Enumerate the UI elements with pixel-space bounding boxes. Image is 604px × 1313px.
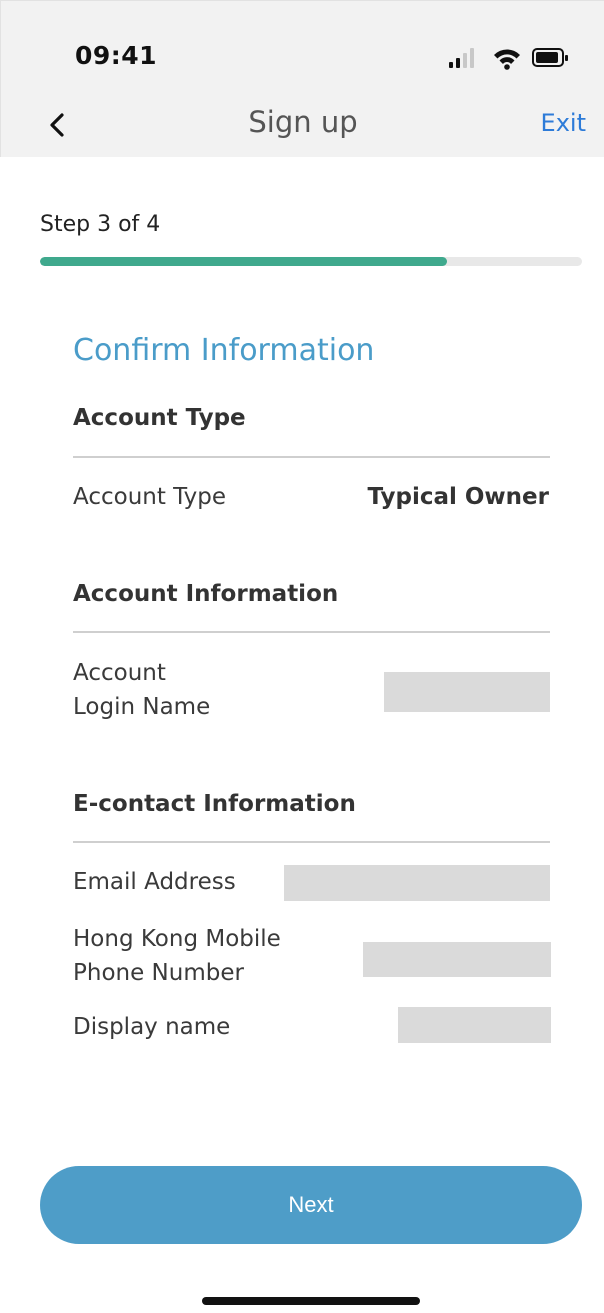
section-heading-account-information: Account Information bbox=[73, 581, 339, 607]
next-button[interactable]: Next bbox=[40, 1166, 582, 1244]
phone-number-label: Hong Kong Mobile Phone Number bbox=[73, 922, 281, 990]
section-heading-econtact-information: E-contact Information bbox=[73, 791, 356, 817]
email-address-label: Email Address bbox=[73, 869, 236, 895]
status-time: 09:41 bbox=[75, 41, 158, 70]
top-bar: 09:41 Sign up Exit bbox=[0, 0, 604, 157]
page-title: Sign up bbox=[248, 105, 358, 139]
confirm-title: Confirm Information bbox=[73, 333, 375, 368]
divider bbox=[73, 456, 550, 458]
status-icons bbox=[449, 48, 568, 70]
home-indicator bbox=[202, 1297, 420, 1305]
signal-icon bbox=[449, 48, 474, 68]
exit-button[interactable]: Exit bbox=[541, 109, 586, 137]
phone-number-label-line1: Hong Kong Mobile bbox=[73, 926, 281, 952]
account-type-value: Typical Owner bbox=[367, 484, 549, 510]
wifi-icon bbox=[494, 49, 520, 70]
login-name-label: Account Login Name bbox=[73, 656, 210, 724]
display-name-value-redacted bbox=[398, 1007, 551, 1043]
divider bbox=[73, 841, 550, 843]
login-name-value-redacted bbox=[384, 672, 550, 712]
section-heading-account-type: Account Type bbox=[73, 405, 246, 431]
step-indicator: Step 3 of 4 bbox=[40, 212, 161, 237]
email-address-value-redacted bbox=[284, 865, 550, 901]
login-name-label-line1: Account bbox=[73, 660, 166, 686]
progress-bar bbox=[40, 257, 582, 266]
account-type-label: Account Type bbox=[73, 484, 227, 510]
phone-number-value-redacted bbox=[363, 942, 551, 977]
divider bbox=[73, 631, 550, 633]
display-name-label: Display name bbox=[73, 1014, 231, 1040]
battery-icon bbox=[532, 48, 568, 67]
login-name-label-line2: Login Name bbox=[73, 694, 211, 720]
phone-number-label-line2: Phone Number bbox=[73, 960, 244, 986]
progress-fill bbox=[40, 257, 447, 266]
